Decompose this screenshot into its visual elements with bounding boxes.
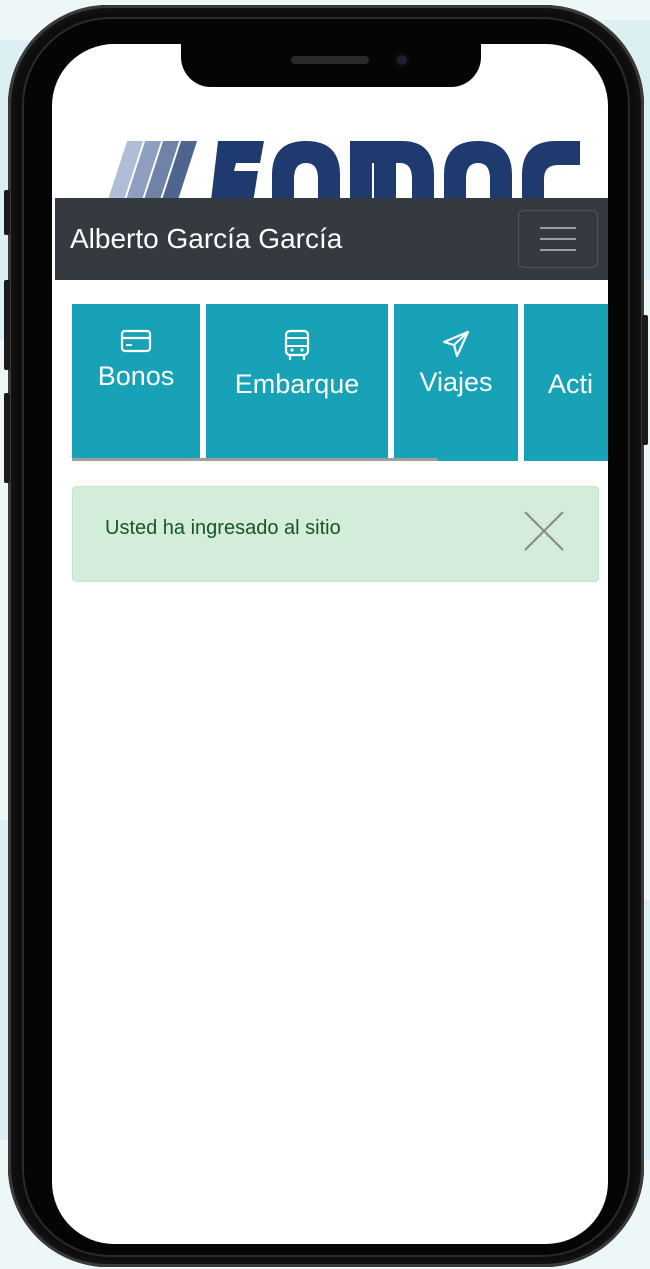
tile-actividad[interactable]: Acti (524, 304, 608, 461)
tile-label: Bonos (97, 361, 175, 391)
bus-icon (284, 329, 310, 360)
user-name[interactable]: Alberto García García (70, 223, 342, 255)
tile-bonos[interactable]: Bonos (72, 304, 200, 461)
send-icon (442, 330, 470, 358)
phone-side-button (4, 190, 10, 235)
tile-label: Embarque (234, 369, 360, 399)
close-icon[interactable] (522, 509, 566, 553)
phone-side-button (4, 393, 10, 483)
hamburger-icon-bar (540, 249, 576, 251)
hamburger-icon-bar (540, 238, 576, 240)
tile-label: Acti (548, 369, 594, 399)
credit-card-icon (120, 329, 152, 353)
alert-message: Usted ha ingresado al sitio (105, 517, 341, 539)
top-navbar: Alberto García García (55, 198, 608, 280)
phone-side-button (4, 280, 10, 370)
tile-viajes[interactable]: Viajes (394, 304, 518, 461)
hamburger-icon-bar (540, 227, 576, 229)
menu-toggle-button[interactable] (518, 210, 598, 268)
tile-label: Viajes (419, 367, 493, 397)
samar-logo (104, 141, 580, 209)
success-alert: Usted ha ingresado al sitio (72, 486, 599, 582)
tile-embarque[interactable]: Embarque (206, 304, 388, 461)
phone-notch (181, 44, 481, 87)
menu-tiles: Bonos Embarque Viajes Acti (72, 304, 608, 464)
phone-screen: Alberto García García Bonos Embarque Via… (52, 44, 608, 1244)
tiles-scrollbar[interactable] (72, 458, 438, 461)
speaker-grille (291, 56, 369, 64)
front-camera (394, 52, 410, 68)
phone-side-button (642, 315, 648, 445)
